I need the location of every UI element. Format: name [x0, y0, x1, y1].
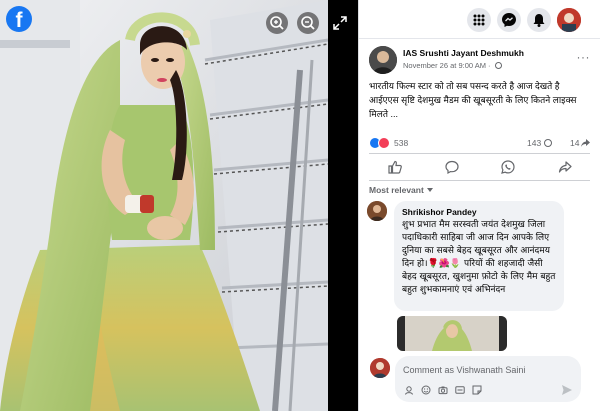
zoom-out-icon: [301, 16, 315, 30]
comment-attached-photo[interactable]: [397, 316, 507, 351]
post-author[interactable]: IAS Srushti Jayant Deshmukh: [403, 48, 524, 58]
author-avatar[interactable]: [369, 46, 397, 74]
comment-count[interactable]: 143: [527, 138, 541, 148]
notifications-button[interactable]: [527, 8, 551, 32]
zoom-out-button[interactable]: [297, 12, 319, 34]
sticker-icon[interactable]: [472, 385, 482, 395]
facebook-logo[interactable]: f: [6, 6, 32, 32]
share-button[interactable]: [557, 159, 573, 175]
post-text: भारतीय फिल्म स्टार को तो सब पसन्द करते ह…: [369, 81, 577, 119]
like-button[interactable]: [387, 159, 403, 175]
emoji-icon[interactable]: [421, 385, 431, 395]
zoom-in-button[interactable]: [266, 12, 288, 34]
comment-button[interactable]: [444, 159, 460, 175]
love-reaction-icon: [378, 137, 390, 149]
share-arrow-icon: [558, 161, 572, 173]
photo-viewer: f: [0, 0, 358, 411]
gif-icon[interactable]: [455, 385, 465, 395]
commenter-avatar[interactable]: [367, 201, 387, 221]
whatsapp-icon: [501, 160, 515, 174]
commenter-name[interactable]: Shrikishor Pandey: [402, 207, 556, 217]
divider: [369, 153, 590, 154]
messenger-button[interactable]: [497, 8, 521, 32]
post-timestamp[interactable]: November 26 at 9:00 AM: [403, 61, 486, 70]
send-icon[interactable]: [561, 384, 573, 396]
share-count-icon: [581, 139, 590, 147]
more-options-button[interactable]: ···: [577, 50, 591, 64]
expand-button[interactable]: [331, 14, 349, 32]
comment-text: शुभ प्रभात मैम सरस्वती जयंत देशमुख जिला …: [402, 220, 556, 295]
avatar-sticker-icon[interactable]: [404, 385, 414, 395]
post-actions: [369, 156, 590, 178]
comment-bubble-icon: [445, 160, 459, 175]
reactions-summary: 538 143 14: [369, 136, 592, 150]
whatsapp-share-button[interactable]: [500, 159, 516, 175]
comment-input-box: [395, 356, 581, 402]
post-header: IAS Srushti Jayant Deshmukh November 26 …: [369, 46, 592, 76]
chevron-down-icon: [426, 188, 433, 192]
menu-button[interactable]: [467, 8, 491, 32]
comment-count-icon: [544, 139, 552, 147]
author-avatar-icon: [369, 46, 397, 74]
post-side-panel: IAS Srushti Jayant Deshmukh November 26 …: [358, 0, 600, 411]
expand-icon: [333, 16, 347, 30]
current-user-avatar-icon: [370, 358, 390, 378]
commenter-avatar-icon: [367, 201, 387, 221]
post-photo[interactable]: [0, 0, 328, 411]
camera-icon[interactable]: [438, 385, 448, 395]
sort-label: Most relevant: [369, 185, 424, 195]
divider: [369, 180, 590, 181]
current-user-avatar[interactable]: [370, 358, 390, 378]
profile-avatar-icon: [557, 8, 581, 32]
menu-grid-icon: [473, 14, 485, 26]
zoom-in-icon: [270, 16, 284, 30]
profile-avatar[interactable]: [557, 8, 581, 32]
share-count[interactable]: 14: [570, 138, 579, 148]
divider: [359, 38, 600, 39]
comment-composer: [367, 356, 590, 402]
messenger-icon: [502, 13, 516, 27]
comment-bubble: Shrikishor Pandey शुभ प्रभात मैम सरस्वती…: [394, 201, 564, 311]
comment-sort-dropdown[interactable]: Most relevant: [369, 185, 433, 195]
top-navigation: [359, 0, 600, 38]
post-meta: November 26 at 9:00 AM ·: [403, 61, 502, 70]
globe-icon: [494, 62, 502, 69]
meta-separator: ·: [485, 61, 493, 70]
thumbs-up-icon: [388, 160, 402, 174]
comment-photo-thumbnail: [397, 316, 507, 351]
notifications-bell-icon: [533, 14, 545, 27]
reaction-count[interactable]: 538: [394, 138, 408, 148]
comment-input[interactable]: [403, 362, 573, 378]
